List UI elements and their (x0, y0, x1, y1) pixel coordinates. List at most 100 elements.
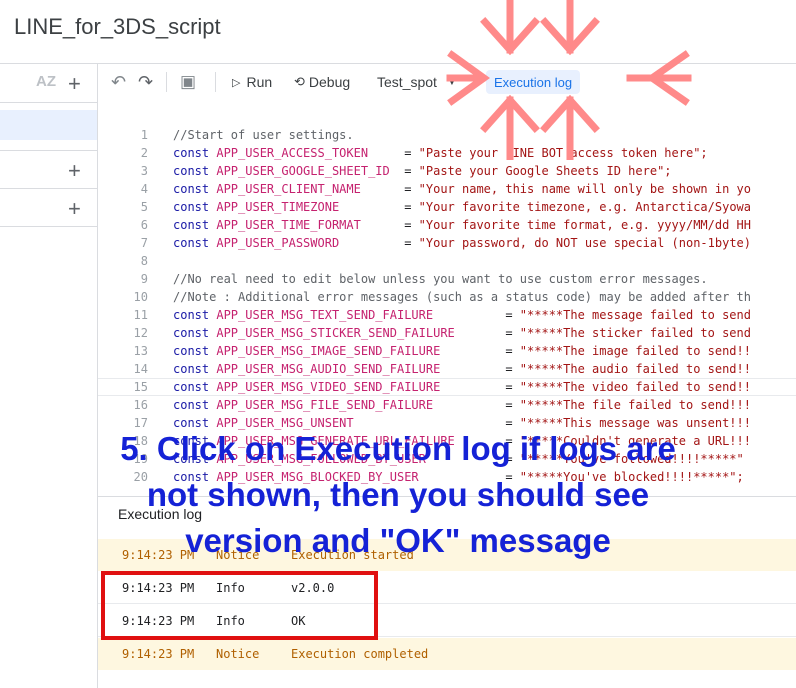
line-number: 15 (133, 380, 148, 394)
code-token: APP_USER_MSG_IMAGE_SEND_FAILURE (216, 344, 506, 358)
code-text: //Note : Additional error messages (such… (173, 288, 751, 306)
sidebar-divider-3 (0, 188, 97, 189)
code-token: = (404, 164, 419, 178)
code-line[interactable]: 9 //No real need to edit below unless you… (98, 270, 796, 288)
code-token: = (505, 308, 520, 322)
code-line[interactable]: 8 (98, 252, 796, 270)
line-number: 12 (133, 326, 148, 340)
code-token: const (173, 200, 217, 214)
code-line[interactable]: 15 const APP_USER_MSG_VIDEO_SEND_FAILURE … (98, 378, 796, 396)
code-token: = (404, 236, 419, 250)
code-text: const APP_USER_MSG_STICKER_SEND_FAILURE … (173, 324, 751, 342)
code-token: //Note : Additional error messages (such… (173, 290, 751, 304)
code-text: const APP_USER_CLIENT_NAME = "Your name,… (173, 180, 751, 198)
code-token: APP_USER_MSG_VIDEO_SEND_FAILURE (216, 380, 506, 394)
line-number: 4 (140, 182, 148, 196)
code-token: = (505, 362, 520, 376)
code-line[interactable]: 16 const APP_USER_MSG_FILE_SEND_FAILURE =… (98, 396, 796, 414)
code-line[interactable]: 7 const APP_USER_PASSWORD = "Your passwor… (98, 234, 796, 252)
code-token: APP_USER_MSG_AUDIO_SEND_FAILURE (216, 362, 506, 376)
code-token: APP_USER_GOOGLE_SHEET_ID (216, 164, 405, 178)
function-select-value: Test_spot (377, 74, 437, 90)
debug-icon: ⟲ (294, 74, 305, 89)
line-number: 5 (140, 200, 148, 214)
code-token: "Your favorite timezone, e.g. Antarctica… (418, 200, 751, 214)
sort-az-icon[interactable]: AZ (36, 73, 56, 90)
code-token: const (173, 398, 217, 412)
code-token: const (173, 236, 217, 250)
line-number: 8 (140, 254, 148, 268)
code-line[interactable]: 10 //Note : Additional error messages (su… (98, 288, 796, 306)
code-text: const APP_USER_MSG_AUDIO_SEND_FAILURE = … (173, 360, 751, 378)
save-icon[interactable]: ▣ (180, 70, 196, 94)
code-line[interactable]: 14 const APP_USER_MSG_AUDIO_SEND_FAILURE … (98, 360, 796, 378)
instruction-line-2: not shown, then you should see (146, 476, 650, 513)
run-label: Run (246, 74, 273, 90)
instruction-overlay: 5. Click on Execution log if logs are no… (0, 426, 796, 564)
code-line[interactable]: 3 const APP_USER_GOOGLE_SHEET_ID = "Paste… (98, 162, 796, 180)
log-time: 9:14:23 PM (122, 647, 195, 661)
add-library-icon[interactable]: + (68, 160, 81, 182)
code-token: "*****The audio failed to send!! (519, 362, 751, 376)
line-number: 1 (140, 128, 148, 142)
undo-icon[interactable]: ↶ (111, 70, 126, 94)
log-row: 9:14:23 PM Notice Execution completed (98, 638, 796, 670)
code-token: = (505, 398, 520, 412)
code-token: APP_USER_MSG_FILE_SEND_FAILURE (216, 398, 506, 412)
add-file-icon[interactable]: + (68, 73, 81, 95)
add-service-icon[interactable]: + (68, 198, 81, 220)
code-line[interactable]: 13 const APP_USER_MSG_IMAGE_SEND_FAILURE … (98, 342, 796, 360)
code-token: = (404, 182, 419, 196)
play-icon: ▷ (232, 76, 241, 89)
toolbar-separator (166, 72, 167, 92)
code-token: APP_USER_CLIENT_NAME (216, 182, 405, 196)
debug-button[interactable]: ⟲ Debug (294, 70, 350, 94)
line-number: 2 (140, 146, 148, 160)
instruction-line-3: version and "OK" message (185, 522, 611, 559)
code-text: //Start of user settings. (173, 126, 354, 144)
sidebar-item-selected[interactable] (0, 110, 97, 140)
code-token: APP_USER_ACCESS_TOKEN (216, 146, 405, 160)
code-text: const APP_USER_MSG_TEXT_SEND_FAILURE = "… (173, 306, 751, 324)
code-text: const APP_USER_MSG_VIDEO_SEND_FAILURE = … (173, 378, 751, 396)
redo-icon[interactable]: ↷ (138, 70, 153, 94)
code-token: = (404, 218, 419, 232)
script-title[interactable]: LINE_for_3DS_script (14, 14, 221, 40)
code-token: "Your password, do NOT use special (non-… (418, 236, 751, 250)
code-token: "*****The image failed to send!! (519, 344, 751, 358)
code-line[interactable]: 5 const APP_USER_TIMEZONE = "Your favorit… (98, 198, 796, 216)
run-button[interactable]: ▷ Run (232, 70, 272, 94)
code-token: const (173, 164, 217, 178)
code-text: const APP_USER_MSG_IMAGE_SEND_FAILURE = … (173, 342, 751, 360)
debug-label: Debug (308, 74, 351, 90)
code-line[interactable]: 11 const APP_USER_MSG_TEXT_SEND_FAILURE =… (98, 306, 796, 324)
code-token: const (173, 326, 217, 340)
code-token: APP_USER_TIME_FORMAT (216, 218, 405, 232)
code-text: const APP_USER_TIME_FORMAT = "Your favor… (173, 216, 751, 234)
code-token: const (173, 308, 217, 322)
line-number: 6 (140, 218, 148, 232)
code-token: APP_USER_PASSWORD (216, 236, 405, 250)
code-token: = (505, 326, 520, 340)
code-text: //No real need to edit below unless you … (173, 270, 708, 288)
toolbar-separator (215, 72, 216, 92)
code-text: const APP_USER_TIMEZONE = "Your favorite… (173, 198, 751, 216)
sidebar-divider-2 (0, 150, 97, 151)
line-number: 7 (140, 236, 148, 250)
code-token: const (173, 344, 217, 358)
code-text: const APP_USER_GOOGLE_SHEET_ID = "Paste … (173, 162, 672, 180)
highlight-box (101, 571, 378, 640)
code-line[interactable]: 4 const APP_USER_CLIENT_NAME = "Your name… (98, 180, 796, 198)
code-token: const (173, 146, 217, 160)
sidebar-divider-1 (0, 102, 97, 103)
code-line[interactable]: 12 const APP_USER_MSG_STICKER_SEND_FAILUR… (98, 324, 796, 342)
code-token: APP_USER_MSG_STICKER_SEND_FAILURE (216, 326, 506, 340)
code-token: = (404, 146, 419, 160)
line-number: 13 (133, 344, 148, 358)
code-line[interactable]: 6 const APP_USER_TIME_FORMAT = "Your favo… (98, 216, 796, 234)
code-token: "Your favorite time format, e.g. yyyy/MM… (418, 218, 751, 232)
attention-arrows-icon (446, 0, 692, 160)
line-number: 9 (140, 272, 148, 286)
code-token: "*****The video failed to send!! (519, 380, 751, 394)
line-number: 10 (133, 290, 148, 304)
